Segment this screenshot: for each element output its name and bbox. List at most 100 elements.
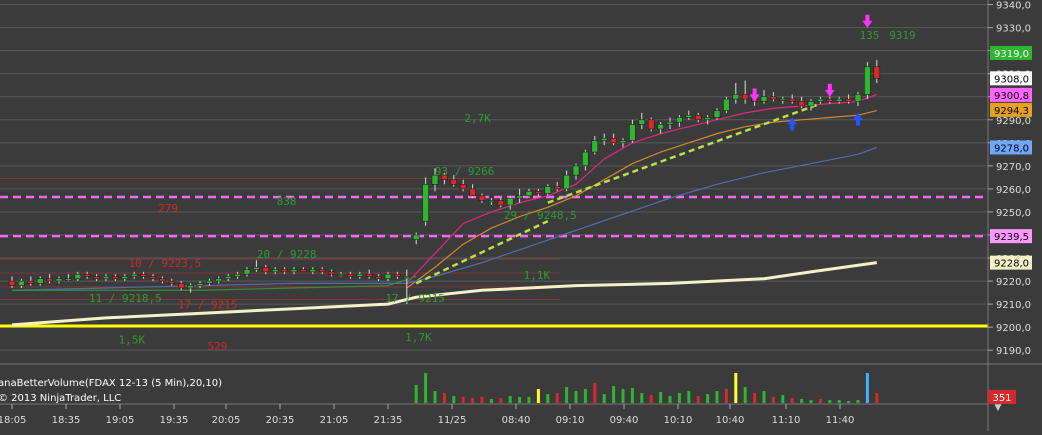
candle-body xyxy=(854,94,862,102)
candle-body xyxy=(234,273,241,277)
x-tick-label: 20:35 xyxy=(266,415,295,426)
volume-bar xyxy=(471,398,475,403)
volume-bar xyxy=(809,400,813,403)
annotation-label: 93 / 9266 xyxy=(435,165,495,178)
candle-body xyxy=(741,94,749,100)
candle-body xyxy=(102,276,110,280)
volume-bar xyxy=(630,388,634,403)
y-tick-label: 9270,0 xyxy=(996,162,1031,173)
y-tick-label: 9200,0 xyxy=(996,323,1031,334)
candle-body xyxy=(412,234,420,240)
annotation-label: 135 xyxy=(860,29,880,42)
volume-bar xyxy=(508,396,512,403)
candle-body xyxy=(253,266,260,270)
copyright-label: © 2013 NinjaTrader, LLC xyxy=(0,393,121,404)
volume-bar xyxy=(734,373,738,403)
y-tick-label: 9190,0 xyxy=(996,346,1031,357)
candle-body xyxy=(281,269,288,273)
price-chart[interactable]: 135 9319 2,7K 93 / 9266 279 838 20 / 9228 10 / … xyxy=(0,0,1042,431)
annotation-label: 29 / 9248,5 xyxy=(504,209,577,222)
x-tick-label: 09:10 xyxy=(556,415,585,426)
volume-bar xyxy=(677,393,681,403)
candle-body xyxy=(394,273,401,277)
volume-bar xyxy=(687,391,691,403)
x-tick-label: 10:40 xyxy=(716,415,745,426)
candle-body xyxy=(206,280,213,284)
volume-bar xyxy=(828,400,832,403)
price-badge-label: 9294,3 xyxy=(994,106,1029,117)
y-tick-label: 9260,0 xyxy=(996,185,1031,196)
candle-body xyxy=(356,273,364,277)
volume-bar xyxy=(621,389,625,403)
candle-body xyxy=(18,280,25,286)
volume-bar xyxy=(696,396,700,403)
y-tick-label: 9290,0 xyxy=(996,116,1031,127)
volume-bar xyxy=(790,398,794,403)
candle-body xyxy=(657,124,664,130)
volume-bar xyxy=(847,401,851,403)
candle-body xyxy=(36,278,44,284)
candle-body xyxy=(817,98,824,102)
candle-body xyxy=(215,278,223,282)
candle-body xyxy=(177,283,185,289)
candle-body xyxy=(328,271,335,275)
candle-body xyxy=(74,273,82,280)
x-tick-label: 18:05 xyxy=(0,415,26,426)
candle-body xyxy=(300,269,307,273)
candle-body xyxy=(83,273,91,277)
candle-body xyxy=(694,114,702,121)
x-tick-label: 19:35 xyxy=(160,415,189,426)
annotation-label: 17 / 9215 xyxy=(178,299,238,312)
candle-body xyxy=(788,98,796,102)
candle-body xyxy=(732,94,740,100)
candle-body xyxy=(704,117,711,121)
candle-body xyxy=(666,121,674,125)
candle-body xyxy=(525,190,533,197)
candle-body xyxy=(572,165,580,176)
candle-body xyxy=(563,174,570,190)
volume-bar xyxy=(593,383,597,403)
candle-body xyxy=(873,66,881,79)
candle-body xyxy=(845,98,852,102)
candle-body xyxy=(318,269,326,273)
candle-body xyxy=(544,186,552,194)
x-tick-label: 20:05 xyxy=(212,415,241,426)
candle-body xyxy=(262,266,270,273)
candle-body xyxy=(196,283,204,286)
candle-body xyxy=(864,66,871,95)
candle-body xyxy=(610,137,617,144)
annotation-label: 1,5K xyxy=(119,333,146,346)
candle-body xyxy=(27,280,35,284)
candle-body xyxy=(835,98,843,102)
x-tick-label: 08:40 xyxy=(502,415,531,426)
candle-body xyxy=(365,273,373,277)
volume-bar xyxy=(480,397,484,403)
volume-badge-arrow-icon: ▼ xyxy=(995,403,1002,413)
volume-bar xyxy=(865,373,869,403)
y-tick-label: 9340,0 xyxy=(996,1,1031,12)
volume-bar xyxy=(875,393,879,403)
candle-body xyxy=(638,119,646,125)
volume-bar xyxy=(762,391,766,403)
price-badge-label: 9228,0 xyxy=(994,259,1029,270)
candle-body xyxy=(685,114,693,118)
annotation-label: 9319 xyxy=(889,29,916,42)
volume-bar xyxy=(602,394,606,403)
volume-bar xyxy=(818,399,822,403)
candle-body xyxy=(168,280,176,284)
price-badge-label: 9239,5 xyxy=(994,232,1029,243)
candle-body xyxy=(591,140,599,153)
x-tick-label: 21:05 xyxy=(320,415,349,426)
volume-bar xyxy=(800,399,804,403)
indicator-label: anaBetterVolume(FDAX 12-13 (5 Min),20,10… xyxy=(0,378,222,389)
chart-window: 135 9319 2,7K 93 / 9266 279 838 20 / 9228 10 / … xyxy=(0,0,1042,431)
y-tick-label: 9330,0 xyxy=(996,24,1031,35)
candle-body xyxy=(8,280,16,286)
y-tick-label: 9210,0 xyxy=(996,300,1031,311)
volume-bar xyxy=(442,393,446,403)
y-tick-label: 9220,0 xyxy=(996,277,1031,288)
volume-bar xyxy=(837,400,841,403)
candle-body xyxy=(553,186,561,190)
volume-bar xyxy=(753,393,757,403)
candle-body xyxy=(582,151,589,167)
